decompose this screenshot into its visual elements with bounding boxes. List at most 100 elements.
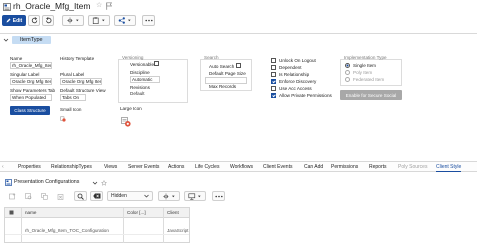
tab-client-style[interactable]: Client Style <box>436 163 462 172</box>
tab-views[interactable]: Views <box>104 163 117 172</box>
federated-item-radio[interactable] <box>345 77 350 82</box>
new-row-button[interactable] <box>6 191 18 201</box>
is-relationship-checkbox[interactable] <box>271 72 276 77</box>
tab-properties[interactable]: Properties <box>18 163 41 172</box>
presentation-config-icon <box>5 179 12 186</box>
federated-item-label: Federated Item <box>353 77 385 82</box>
poly-item-label: Poly Item <box>353 70 373 75</box>
enforce-discovery-checkbox[interactable] <box>271 79 276 84</box>
presentation-toolbar: Hidden <box>0 190 477 204</box>
tab-actions[interactable]: Actions <box>168 163 184 172</box>
more-button[interactable] <box>212 191 225 201</box>
unlock-on-logout-label: Unlock On Logout <box>279 58 316 63</box>
refresh-icon <box>31 17 37 24</box>
tab-relationship-types[interactable]: RelationshipTypes <box>51 163 92 172</box>
tab-workflows[interactable]: Workflows <box>230 163 253 172</box>
enforce-discovery-label: Enforce Discovery <box>279 79 317 84</box>
presentation-grid: name Color [...] Client rh_Oracle_Mfg_It… <box>4 207 190 243</box>
clear-icon <box>92 193 100 199</box>
search-button[interactable] <box>74 191 87 201</box>
tab-reports[interactable]: Reports <box>369 163 387 172</box>
single-item-radio[interactable] <box>345 63 350 68</box>
table-row[interactable]: rh_Oracle_Mfg_Item_TOC_Configuration Jav… <box>5 226 189 235</box>
column-header-client[interactable]: Client <box>167 210 179 215</box>
versionable-checkbox[interactable] <box>154 61 159 66</box>
default-structure-view-label: Default Structure View <box>60 88 106 93</box>
dependent-checkbox[interactable] <box>271 65 276 70</box>
column-header-color[interactable]: Color [...] <box>127 210 146 215</box>
chevron-down-icon[interactable] <box>92 180 98 186</box>
pick-row-button[interactable] <box>22 191 34 201</box>
views-dropdown-button[interactable] <box>158 191 180 201</box>
poly-item-radio[interactable] <box>345 70 350 75</box>
auto-search-checkbox[interactable] <box>236 63 241 68</box>
allow-private-permissions-checkbox[interactable] <box>271 93 276 98</box>
flag-icon[interactable] <box>106 2 112 10</box>
dependent-label: Dependent <box>279 65 302 70</box>
search-mode-value: Hidden <box>111 193 127 199</box>
name-field[interactable]: rh_Oracle_Mfg_Item <box>10 62 52 69</box>
revisions-label: Revisions <box>130 85 150 90</box>
class-structure-button[interactable]: Class Structure <box>10 106 50 115</box>
auto-search-label: Auto Search <box>209 64 235 69</box>
tab-server-events[interactable]: Server Events <box>128 163 159 172</box>
more-icon <box>214 195 223 197</box>
new-row-icon <box>8 192 15 199</box>
tab-life-cycles[interactable]: Life Cycles <box>195 163 219 172</box>
share-dropdown-button[interactable] <box>114 15 136 26</box>
layout-dropdown-button[interactable] <box>184 191 206 201</box>
discipline-label: Discipline <box>130 70 150 75</box>
clipboard-dropdown-button[interactable] <box>88 15 110 26</box>
star-icon[interactable]: ☆ <box>96 2 102 10</box>
plural-label-field[interactable]: Oracle Org Mfg Item <box>60 78 102 85</box>
cell-name: rh_Oracle_Mfg_Item_TOC_Configuration <box>25 228 109 233</box>
unlock-on-logout-checkbox[interactable] <box>271 58 276 63</box>
delete-row-button[interactable] <box>54 191 66 201</box>
refresh-button[interactable] <box>28 15 40 26</box>
main-toolbar: Edit <box>0 14 477 29</box>
edit-button-label: Edit <box>12 17 23 24</box>
chevron-down-icon[interactable] <box>3 37 9 43</box>
is-relationship-label: Is Relationship <box>279 72 310 77</box>
tab-itemtype[interactable]: ItemType <box>12 36 51 44</box>
versionable-label: Versionable <box>130 62 155 67</box>
tab-can-add[interactable]: Can Add <box>304 163 323 172</box>
tab-poly-sources[interactable]: Poly Sources <box>398 163 427 172</box>
revisions-value[interactable]: Default <box>130 91 145 96</box>
presentation-panel-header: Presentation Configurations <box>0 178 477 187</box>
page-title: rh_Oracle_Mfg_Item <box>13 1 91 11</box>
more-button[interactable] <box>142 15 155 26</box>
large-item-icon[interactable] <box>121 117 131 127</box>
views-dropdown-button[interactable] <box>62 15 84 26</box>
share-icon <box>118 17 131 24</box>
clear-search-button[interactable] <box>90 191 103 201</box>
views-icon <box>67 17 79 24</box>
use-acc-access-checkbox[interactable] <box>271 86 276 91</box>
default-structure-view-select[interactable]: Tabs On <box>60 94 86 101</box>
allow-private-permissions-label: Allow Private Permissions <box>279 93 332 98</box>
enable-secure-social-button[interactable]: Enable for Secure Social <box>340 90 402 100</box>
singular-label-label: Singular Label <box>10 72 40 77</box>
search-title: Search <box>204 55 219 60</box>
singular-label-field[interactable]: Oracle Org Mfg Item <box>10 78 52 85</box>
small-item-icon[interactable] <box>60 116 66 122</box>
show-params-select[interactable]: When Populated <box>10 94 52 101</box>
grid-header: name Color [...] Client <box>5 208 189 218</box>
tabs-scroll-left-icon[interactable]: ‹ <box>2 164 4 170</box>
more-icon <box>144 19 153 22</box>
tab-permissions[interactable]: Permissions <box>331 163 358 172</box>
default-page-size-field[interactable] <box>205 77 247 84</box>
title-bar: rh_Oracle_Mfg_Item ☆ <box>0 0 477 13</box>
star-icon[interactable] <box>101 180 107 186</box>
undo-button[interactable] <box>42 15 54 26</box>
search-mode-select[interactable]: Hidden <box>107 191 153 201</box>
copy-row-button[interactable] <box>38 191 50 201</box>
discipline-select[interactable]: Automatic <box>130 76 160 83</box>
row-menu-icon[interactable] <box>9 210 14 215</box>
tab-client-events[interactable]: Client Events <box>263 163 292 172</box>
chevron-down-icon <box>144 194 149 198</box>
column-header-name[interactable]: name <box>25 210 37 215</box>
edit-button[interactable]: Edit <box>2 15 26 26</box>
cell-client: JavaScript <box>167 228 189 233</box>
pencil-icon <box>6 18 11 23</box>
